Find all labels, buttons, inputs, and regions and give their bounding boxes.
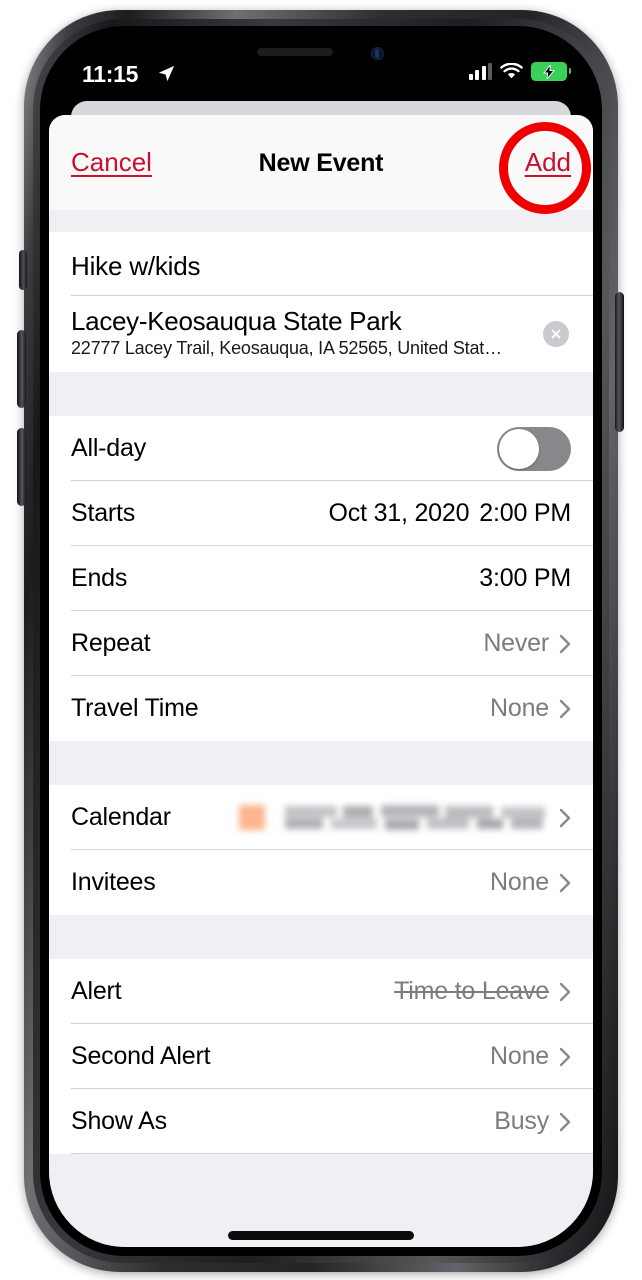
second-alert-row[interactable]: Second Alert None	[49, 1024, 593, 1089]
calendar-value-redacted	[239, 804, 549, 831]
ends-time-value: 3:00 PM	[479, 564, 571, 592]
event-alert-group: Alert Time to Leave Second Alert None Sh…	[49, 959, 593, 1154]
repeat-row[interactable]: Repeat Never	[49, 611, 593, 676]
screenshot-stage: 11:15 Cancel New Event Add Hike w/kids L…	[0, 0, 642, 1280]
all-day-label: All-day	[71, 434, 147, 462]
chevron-right-icon	[559, 1047, 571, 1066]
cellular-signal-icon	[468, 63, 492, 80]
invitees-row[interactable]: Invitees None	[49, 850, 593, 915]
show-as-label: Show As	[71, 1107, 167, 1135]
event-title-value: Hike w/kids	[71, 250, 201, 281]
second-alert-value: None	[490, 1042, 549, 1070]
section-gap	[49, 741, 593, 785]
ends-row[interactable]: Ends 3:00 PM	[49, 546, 593, 611]
status-time: 11:15	[82, 61, 139, 87]
starts-label: Starts	[71, 499, 136, 527]
event-details-group: Hike w/kids Lacey-Keosauqua State Park 2…	[49, 232, 593, 372]
travel-time-row[interactable]: Travel Time None	[49, 676, 593, 741]
calendar-row[interactable]: Calendar	[49, 785, 593, 850]
page-title: New Event	[258, 149, 384, 177]
home-indicator-area	[49, 1154, 593, 1247]
new-event-sheet: Cancel New Event Add Hike w/kids Lacey-K…	[49, 115, 593, 1247]
event-location-field[interactable]: Lacey-Keosauqua State Park 22777 Lacey T…	[49, 296, 593, 372]
starts-row[interactable]: Starts Oct 31, 2020 2:00 PM	[49, 481, 593, 546]
volume-up-button[interactable]	[17, 330, 26, 408]
wifi-icon	[500, 63, 523, 79]
show-as-value: Busy	[494, 1107, 549, 1135]
invitees-label: Invitees	[71, 868, 156, 896]
location-arrow-icon	[158, 65, 175, 82]
chevron-right-icon	[559, 1112, 571, 1131]
starts-date-value: Oct 31, 2020	[328, 499, 470, 527]
event-schedule-group: All-day Starts Oct 31, 2020 2:00 PM Ends…	[49, 416, 593, 741]
repeat-label: Repeat	[71, 629, 151, 657]
home-indicator-bar[interactable]	[228, 1231, 414, 1240]
chevron-right-icon	[559, 634, 571, 653]
event-title-field[interactable]: Hike w/kids	[49, 232, 593, 296]
chevron-right-icon	[559, 808, 571, 827]
calendar-label: Calendar	[71, 803, 171, 831]
all-day-toggle[interactable]	[497, 426, 571, 471]
event-calendar-group: Calendar Invitees None	[49, 785, 593, 915]
show-as-row[interactable]: Show As Busy	[49, 1089, 593, 1154]
alert-row[interactable]: Alert Time to Leave	[49, 959, 593, 1024]
alert-value: Time to Leave	[394, 977, 549, 1005]
travel-time-label: Travel Time	[71, 694, 199, 722]
earpiece-speaker	[257, 48, 333, 56]
section-gap	[49, 372, 593, 416]
location-name: Lacey-Keosauqua State Park	[71, 305, 402, 336]
clear-location-icon[interactable]	[543, 321, 569, 347]
phone-screen: 11:15 Cancel New Event Add Hike w/kids L…	[49, 35, 593, 1247]
battery-charging-icon	[531, 62, 571, 81]
starts-time-value: 2:00 PM	[479, 499, 571, 527]
invitees-value: None	[490, 868, 549, 896]
all-day-row[interactable]: All-day	[49, 416, 593, 481]
status-indicators	[468, 62, 571, 81]
chevron-right-icon	[559, 699, 571, 718]
power-button[interactable]	[615, 292, 624, 432]
ends-label: Ends	[71, 564, 128, 592]
chevron-right-icon	[559, 982, 571, 1001]
toggle-knob	[499, 428, 539, 469]
navigation-bar: Cancel New Event Add	[49, 115, 593, 210]
add-button[interactable]: Add	[525, 147, 571, 178]
mute-switch-button[interactable]	[19, 250, 27, 290]
section-gap	[49, 210, 593, 232]
alert-label: Alert	[71, 977, 122, 1005]
front-camera-icon	[371, 47, 384, 60]
travel-time-value: None	[490, 694, 549, 722]
second-alert-label: Second Alert	[71, 1042, 211, 1070]
location-address: 22777 Lacey Trail, Keosauqua, IA 52565, …	[71, 338, 502, 359]
chevron-right-icon	[559, 873, 571, 892]
repeat-value: Never	[483, 629, 549, 657]
section-gap	[49, 915, 593, 959]
volume-down-button[interactable]	[17, 428, 26, 506]
